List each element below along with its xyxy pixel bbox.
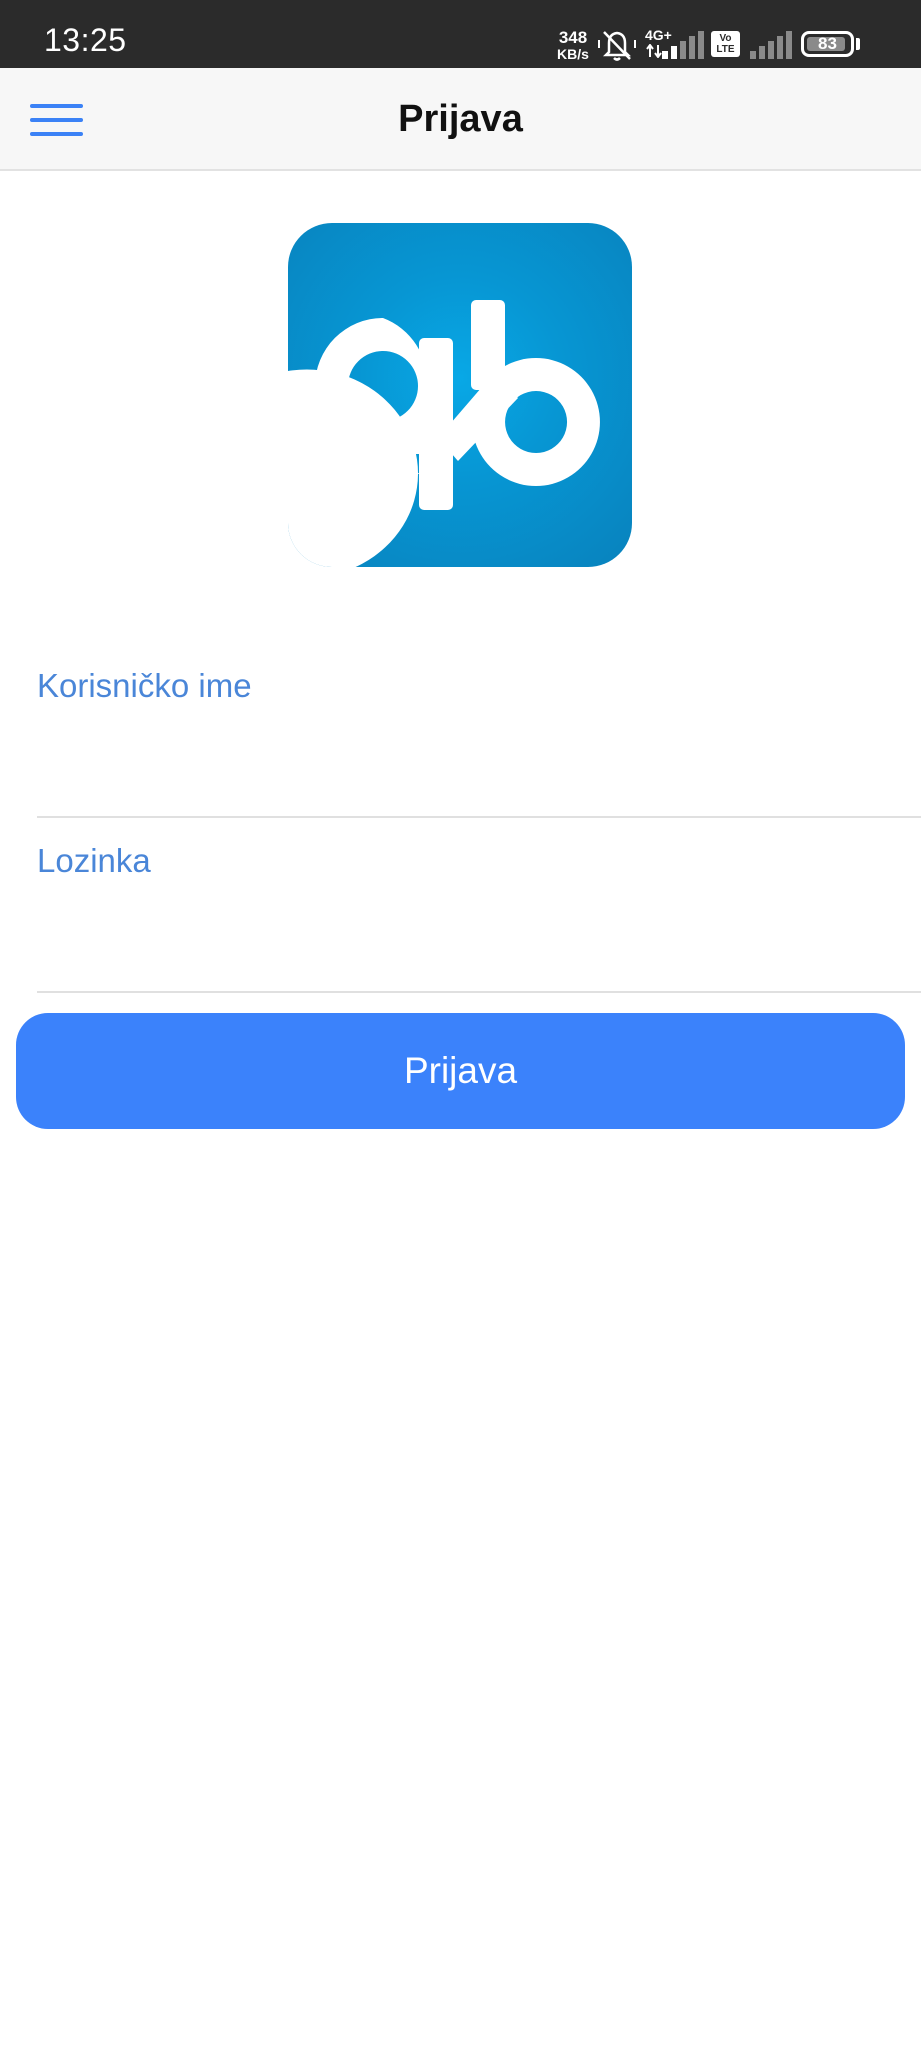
status-bar: 13:25 348 KB/s 4G+ Vo LTE 83 xyxy=(0,0,921,68)
username-label: Korisničko ime xyxy=(37,667,252,704)
page-title: Prijava xyxy=(398,98,523,140)
muted-bell-icon xyxy=(598,31,636,61)
username-field: Korisničko ime xyxy=(37,667,921,823)
battery-level: 83 xyxy=(818,34,837,53)
password-input[interactable] xyxy=(37,894,921,956)
signal-strength-icon-1 xyxy=(662,31,704,59)
signal-strength-icon-2 xyxy=(750,31,792,59)
status-icons: 348 KB/s 4G+ Vo LTE 83 xyxy=(0,0,921,68)
password-label: Lozinka xyxy=(37,842,151,879)
battery-cap xyxy=(856,38,860,50)
login-button[interactable]: Prijava xyxy=(16,1013,905,1129)
username-input[interactable] xyxy=(37,719,921,781)
battery-icon: 83 xyxy=(801,31,854,57)
network-speed: 348 KB/s xyxy=(551,29,595,61)
password-field: Lozinka xyxy=(37,842,921,998)
app-header: Prijava xyxy=(0,68,921,171)
network-speed-unit: KB/s xyxy=(557,46,589,62)
volte-badge: Vo LTE xyxy=(711,31,740,57)
app-logo xyxy=(288,223,632,567)
volte-top-text: Vo xyxy=(719,33,732,44)
volte-bottom-text: LTE xyxy=(716,44,735,55)
data-arrows-icon xyxy=(646,44,662,58)
network-speed-value: 348 xyxy=(558,28,588,47)
username-underline xyxy=(37,816,921,818)
password-underline xyxy=(37,991,921,993)
ab-logo-icon xyxy=(288,300,600,567)
